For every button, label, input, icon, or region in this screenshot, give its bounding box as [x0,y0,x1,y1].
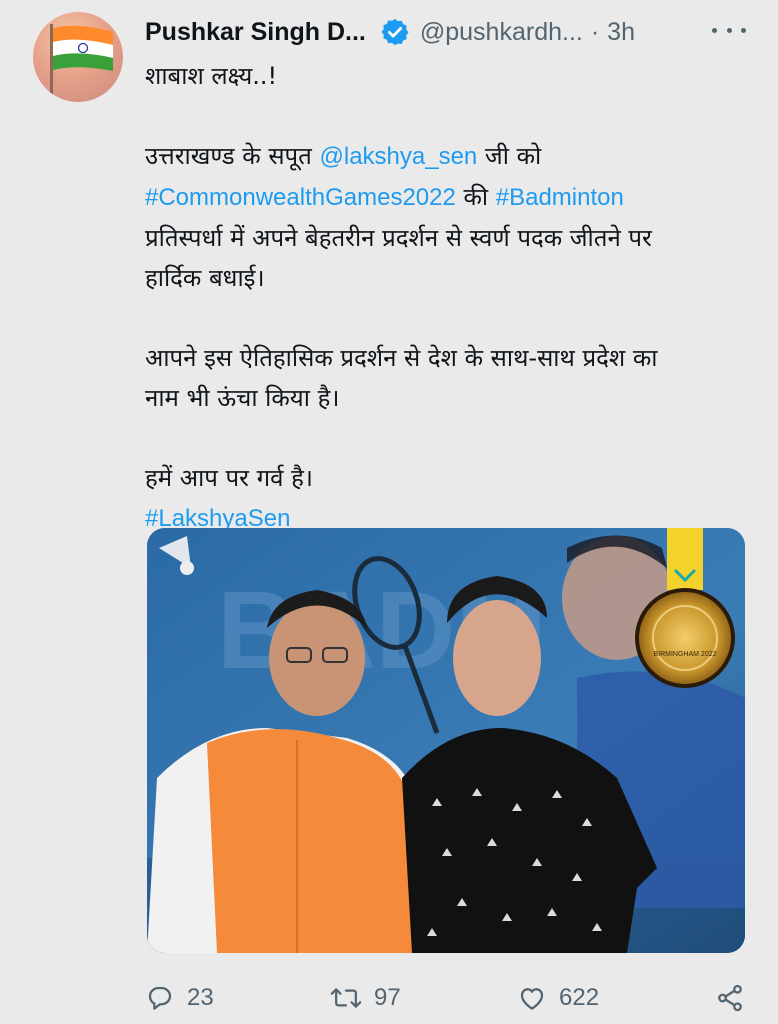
text-line: आपने इस ऐतिहासिक प्रदर्शन से देश के साथ-… [145,344,658,372]
retweet-button[interactable]: 97 [330,978,401,1018]
retweet-count: 97 [374,984,401,1011]
text-line: नाम भी ऊंचा किया है। [145,384,340,412]
text-line: उत्तराखण्ड के सपूत @lakshya_sen जी को [145,142,542,170]
author-handle[interactable]: @pushkardh... [420,18,583,47]
verified-badge-icon [380,17,410,47]
hashtag-link[interactable]: #CommonwealthGames2022 [145,184,456,211]
tweet-text: शाबाश लक्ष्य..! उत्तराखण्ड के सपूत @laks… [145,56,765,539]
timestamp[interactable]: 3h [607,18,635,47]
more-icon[interactable] [712,18,746,42]
text-line: हार्दिक बधाई। [145,264,265,292]
author-name[interactable]: Pushkar Singh D... [145,18,366,47]
reply-count: 23 [187,984,214,1011]
mention-link[interactable]: @lakshya_sen [320,143,478,170]
like-count: 622 [559,984,600,1011]
avatar[interactable] [33,12,123,102]
retweet-icon [330,988,362,1008]
share-button[interactable] [715,978,745,1018]
tweet-actions: 23 97 622 [145,978,755,1018]
share-icon [718,984,742,1012]
reply-button[interactable]: 23 [145,978,214,1018]
tweet[interactable]: Pushkar Singh D... @pushkardh... · 3h शा… [0,0,778,1024]
text-line: हमें आप पर गर्व है। [145,464,313,492]
tweet-photo[interactable]: BADM BIRMINGHAM 2022 [147,528,745,953]
photo-illustration: BADM BIRMINGHAM 2022 [147,528,745,953]
reply-icon [148,986,172,1010]
tweet-header: Pushkar Singh D... @pushkardh... · 3h [145,14,635,50]
separator-dot: · [590,17,600,46]
text-line: प्रतिस्पर्धा में अपने बेहतरीन प्रदर्शन स… [145,224,652,252]
indian-flag-icon [50,24,113,94]
text-line: #CommonwealthGames2022 की #Badminton [145,183,624,211]
medal-inscription: BIRMINGHAM 2022 [653,651,716,658]
like-button[interactable]: 622 [517,978,599,1018]
hashtag-link[interactable]: #Badminton [496,184,624,211]
heart-icon [520,988,544,1010]
text-line: शाबाश लक्ष्य..! [145,62,278,90]
